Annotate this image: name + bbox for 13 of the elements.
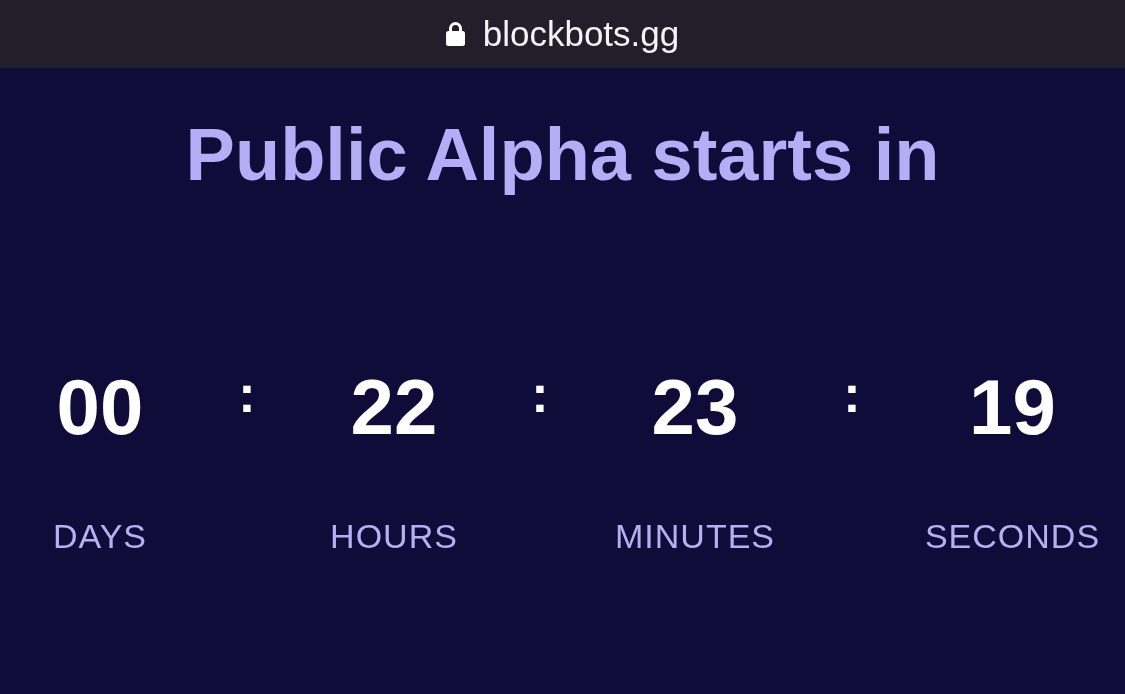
- unit-label: MINUTES: [615, 516, 775, 556]
- unit-label: DAYS: [52, 516, 148, 556]
- time-separator: :: [843, 368, 861, 420]
- countdown-number: 00: [56, 362, 144, 452]
- countdown-number: 22: [350, 362, 438, 452]
- unit-label: HOURS: [330, 516, 458, 556]
- countdown-number: 19: [969, 362, 1056, 452]
- url-text[interactable]: blockbots.gg: [482, 14, 680, 54]
- page-heading: Public Alpha starts in: [184, 112, 941, 197]
- unit-label: SECONDS: [924, 516, 1101, 556]
- time-separator: :: [531, 368, 549, 420]
- countdown-number: 23: [651, 362, 739, 452]
- time-separator: :: [238, 368, 256, 420]
